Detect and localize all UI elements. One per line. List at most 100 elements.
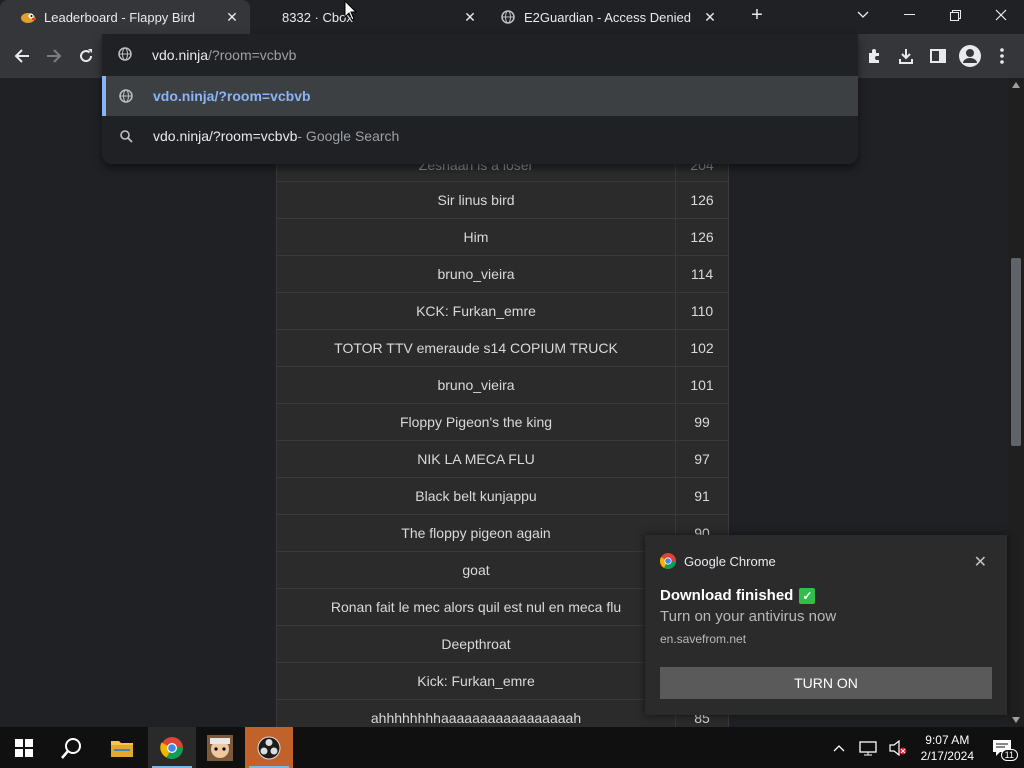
globe-icon xyxy=(118,46,132,64)
flappy-bird-icon xyxy=(20,9,36,25)
player-name: Ronan fait le mec alors quil est nul en … xyxy=(276,588,676,626)
notification-count-badge: 11 xyxy=(1000,748,1018,761)
globe-icon xyxy=(500,9,516,25)
player-name: NIK LA MECA FLU xyxy=(276,440,676,478)
player-name: goat xyxy=(276,551,676,589)
suggestion-suffix: - Google Search xyxy=(297,128,400,144)
notification-body: Turn on your antivirus now xyxy=(660,608,837,625)
windows-start-icon[interactable] xyxy=(0,727,48,768)
mouse-cursor-icon xyxy=(344,0,358,27)
address-bar[interactable]: vdo.ninja/?room=vcbvb xyxy=(102,34,858,76)
volume-muted-icon[interactable] xyxy=(889,739,907,756)
side-panel-icon[interactable] xyxy=(922,40,954,72)
address-path: /?room=vcbvb xyxy=(208,47,297,63)
scroll-up-icon[interactable] xyxy=(1012,82,1020,88)
search-icon xyxy=(118,129,134,143)
network-icon[interactable] xyxy=(858,740,877,756)
restore-button[interactable] xyxy=(932,0,978,30)
player-score: 101 xyxy=(675,366,729,404)
table-row: Black belt kunjappu 91 xyxy=(276,477,729,515)
scrollbar-thumb[interactable] xyxy=(1011,258,1021,446)
globe-icon xyxy=(118,89,134,103)
forward-button[interactable] xyxy=(38,40,70,72)
tab-title: E2Guardian - Access Denied xyxy=(524,9,691,25)
suggestion-url[interactable]: vdo.ninja/?room=vcbvb xyxy=(102,76,858,116)
player-name: Sir linus bird xyxy=(276,181,676,219)
minimize-button[interactable] xyxy=(886,0,932,30)
extensions-icon[interactable] xyxy=(858,40,890,72)
table-row: TOTOR TTV emeraude s14 COPIUM TRUCK 102 xyxy=(276,329,729,367)
notification-app: Google Chrome xyxy=(684,553,776,569)
notification-source: en.savefrom.net xyxy=(660,632,747,646)
app-character-icon[interactable] xyxy=(196,727,244,768)
player-name: bruno_vieira xyxy=(276,366,676,404)
player-name: Him xyxy=(276,218,676,256)
player-score: 126 xyxy=(675,218,729,256)
tray-chevron-up-icon[interactable] xyxy=(833,744,845,752)
profile-avatar-icon[interactable] xyxy=(954,40,986,72)
player-name: ahhhhhhhhaaaaaaaaaaaaaaaaah xyxy=(276,699,676,727)
player-score: 97 xyxy=(675,440,729,478)
chrome-taskbar-icon[interactable] xyxy=(148,727,196,768)
turn-on-button[interactable]: TURN ON xyxy=(660,667,992,699)
player-name: Floppy Pigeon's the king xyxy=(276,403,676,441)
notification-header: Google Chrome xyxy=(660,553,776,569)
tab-strip: Leaderboard - Flappy Bird ✕ 8332 · Cbox … xyxy=(0,0,1024,34)
player-name: The floppy pigeon again xyxy=(276,514,676,552)
player-score: 102 xyxy=(675,329,729,367)
download-icon[interactable] xyxy=(890,40,922,72)
chrome-notification: Google Chrome ✕ Download finished ✓ Turn… xyxy=(645,535,1007,715)
player-name: bruno_vieira xyxy=(276,255,676,293)
windows-taskbar: 9:07 AM 2/17/2024 11 xyxy=(0,727,1024,768)
check-emoji-icon: ✓ xyxy=(799,587,816,604)
reload-button[interactable] xyxy=(70,40,102,72)
table-row: KCK: Furkan_emre 110 xyxy=(276,292,729,330)
player-name: TOTOR TTV emeraude s14 COPIUM TRUCK xyxy=(276,329,676,367)
table-row: bruno_vieira 101 xyxy=(276,366,729,404)
player-name: KCK: Furkan_emre xyxy=(276,292,676,330)
notification-title: Download finished ✓ xyxy=(660,587,816,604)
player-score: 114 xyxy=(675,255,729,293)
table-row: Floppy Pigeon's the king 99 xyxy=(276,403,729,441)
close-tab-icon[interactable]: ✕ xyxy=(700,9,720,26)
address-host: vdo.ninja xyxy=(152,47,209,63)
close-icon[interactable]: ✕ xyxy=(974,552,987,572)
player-name: Deepthroat xyxy=(276,625,676,663)
tab-title: Leaderboard - Flappy Bird xyxy=(44,9,196,25)
table-row: NIK LA MECA FLU 97 xyxy=(276,440,729,478)
menu-kebab-icon[interactable] xyxy=(986,40,1018,72)
tab-cbox[interactable]: 8332 · Cbox ✕ xyxy=(258,0,488,34)
close-tab-icon[interactable]: ✕ xyxy=(460,9,480,26)
clock-date: 2/17/2024 xyxy=(920,748,974,763)
back-button[interactable] xyxy=(6,40,38,72)
player-score: 126 xyxy=(675,181,729,219)
table-row: bruno_vieira 114 xyxy=(276,255,729,293)
player-score: 91 xyxy=(675,477,729,515)
scroll-down-icon[interactable] xyxy=(1012,717,1020,723)
omnibox-dropdown: vdo.ninja/?room=vcbvb vdo.ninja/?room=vc… xyxy=(102,34,858,164)
file-explorer-icon[interactable] xyxy=(98,727,146,768)
tab-e2guardian[interactable]: E2Guardian - Access Denied ✕ xyxy=(488,0,728,34)
new-tab-button[interactable]: + xyxy=(734,0,780,30)
action-center-icon[interactable]: 11 xyxy=(992,739,1018,761)
suggestion-text: vdo.ninja/?room=vcbvb xyxy=(153,128,298,144)
tab-leaderboard[interactable]: Leaderboard - Flappy Bird ✕ xyxy=(0,0,250,34)
suggestion-search[interactable]: vdo.ninja/?room=vcbvb - Google Search xyxy=(102,116,858,156)
player-score: 99 xyxy=(675,403,729,441)
search-icon[interactable] xyxy=(48,727,96,768)
tab-search-icon[interactable] xyxy=(840,0,886,30)
clock[interactable]: 9:07 AM 2/17/2024 xyxy=(921,732,974,764)
suggestion-text: vdo.ninja/?room=vcbvb xyxy=(153,88,311,104)
player-name: Black belt kunjappu xyxy=(276,477,676,515)
player-name: Kick: Furkan_emre xyxy=(276,662,676,700)
table-row: Him 126 xyxy=(276,218,729,256)
system-tray: 9:07 AM 2/17/2024 11 xyxy=(825,727,1024,768)
close-window-button[interactable] xyxy=(978,0,1024,30)
player-score: 110 xyxy=(675,292,729,330)
chrome-logo-icon xyxy=(660,553,676,569)
table-row: Sir linus bird 126 xyxy=(276,181,729,219)
close-tab-icon[interactable]: ✕ xyxy=(222,9,242,26)
obs-studio-icon[interactable] xyxy=(245,727,293,768)
clock-time: 9:07 AM xyxy=(925,732,970,747)
tab-title: 8332 · Cbox xyxy=(282,9,353,25)
